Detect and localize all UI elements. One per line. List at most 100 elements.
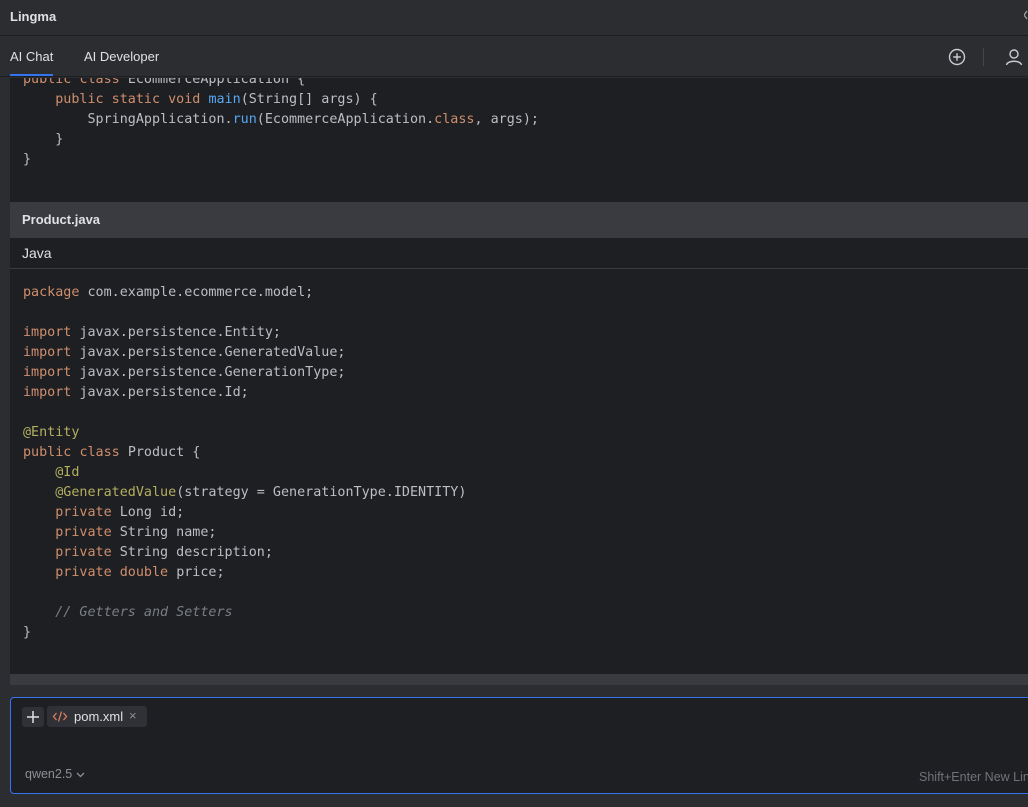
model-selector[interactable]: qwen2.5 bbox=[19, 767, 92, 787]
code-token: String name; bbox=[119, 525, 217, 540]
code-token: (String[] args) { bbox=[240, 92, 378, 107]
new-chat-icon[interactable] bbox=[947, 47, 967, 67]
code-line: public class EcommerceApplication { bbox=[23, 78, 1028, 90]
code-token: public static void bbox=[55, 92, 209, 107]
code-token: private bbox=[55, 545, 120, 560]
code-token: private bbox=[55, 505, 120, 520]
code-token: javax.persistence.Id; bbox=[79, 385, 249, 400]
code-line: private double price; bbox=[23, 563, 1028, 583]
code-token: Long id; bbox=[119, 505, 185, 520]
code-token: import bbox=[23, 385, 80, 400]
code-token: double bbox=[119, 565, 177, 580]
code-token: (EcommerceApplication. bbox=[256, 112, 435, 127]
code-block-product: package com.example.ecommerce.model; imp… bbox=[10, 283, 1028, 643]
code-line: import javax.persistence.GeneratedValue; bbox=[23, 343, 1028, 363]
code-token: } bbox=[23, 152, 32, 167]
code-line: SpringApplication.run(EcommerceApplicati… bbox=[23, 110, 1028, 130]
chevron-down-icon bbox=[76, 772, 85, 778]
code-token: // Getters and Setters bbox=[55, 605, 233, 620]
code-token: } bbox=[23, 132, 64, 147]
code-block-footer bbox=[10, 674, 1028, 685]
attached-file-chip[interactable]: pom.xml × bbox=[47, 706, 147, 727]
code-language-label: Java bbox=[22, 245, 52, 261]
code-token: String description; bbox=[119, 545, 273, 560]
code-token: private bbox=[55, 525, 120, 540]
code-token: javax.persistence.GenerationType; bbox=[79, 365, 346, 380]
code-line: @GeneratedValue(strategy = GenerationTyp… bbox=[23, 483, 1028, 503]
code-token: class bbox=[434, 112, 475, 127]
code-line: } bbox=[23, 623, 1028, 643]
file-name: Product.java bbox=[22, 212, 101, 227]
code-token: public bbox=[23, 78, 80, 87]
code-token: @Id bbox=[55, 465, 80, 480]
user-icon[interactable] bbox=[1004, 47, 1024, 67]
code-token: EcommerceApplication { bbox=[127, 78, 306, 87]
code-line: private String name; bbox=[23, 523, 1028, 543]
code-token: run bbox=[232, 112, 257, 127]
code-token: main bbox=[208, 92, 241, 107]
code-line: import javax.persistence.GenerationType; bbox=[23, 363, 1028, 383]
code-token: class bbox=[79, 78, 128, 87]
code-language-row: Java bbox=[10, 238, 1028, 269]
code-block-main-class: public class EcommerceApplication { publ… bbox=[10, 78, 1028, 194]
code-token: package bbox=[23, 285, 88, 300]
code-line: package com.example.ecommerce.model; bbox=[23, 283, 1028, 303]
code-line: } bbox=[23, 150, 1028, 170]
remove-attachment-icon[interactable]: × bbox=[129, 708, 137, 723]
code-token: public bbox=[23, 445, 80, 460]
code-line: @Id bbox=[23, 463, 1028, 483]
code-line: private Long id; bbox=[23, 503, 1028, 523]
app-title: Lingma bbox=[10, 9, 57, 24]
input-hint: Shift+Enter New Lin bbox=[919, 770, 1028, 784]
code-token: @GeneratedValue bbox=[55, 485, 177, 500]
add-context-button[interactable] bbox=[22, 707, 44, 727]
code-file-icon bbox=[52, 711, 68, 722]
code-token: @Entity bbox=[23, 425, 80, 440]
code-line: // Getters and Setters bbox=[23, 603, 1028, 623]
code-token: import bbox=[23, 365, 80, 380]
plus-icon bbox=[27, 711, 39, 723]
code-token: javax.persistence.Entity; bbox=[79, 325, 281, 340]
code-token: import bbox=[23, 345, 80, 360]
code-line: import javax.persistence.Id; bbox=[23, 383, 1028, 403]
model-name: qwen2.5 bbox=[25, 767, 73, 781]
code-file-header: Product.java bbox=[10, 202, 1028, 238]
code-token: import bbox=[23, 325, 80, 340]
code-line: public class Product { bbox=[23, 443, 1028, 463]
code-token: } bbox=[23, 625, 32, 640]
tab-ai-developer[interactable]: AI Developer bbox=[84, 49, 159, 64]
code-token: com.example.ecommerce.model; bbox=[87, 285, 314, 300]
chat-input-box[interactable]: pom.xml × qwen2.5 Shift+Enter New Lin bbox=[10, 697, 1028, 794]
attached-file-name: pom.xml bbox=[74, 709, 124, 724]
code-token: , args); bbox=[474, 112, 539, 127]
chat-message-area: public class EcommerceApplication { publ… bbox=[10, 78, 1028, 685]
code-token: (strategy = GenerationType.IDENTITY) bbox=[176, 485, 467, 500]
code-token: price; bbox=[176, 565, 225, 580]
code-token: class bbox=[79, 445, 128, 460]
code-line: @Entity bbox=[23, 423, 1028, 443]
code-line: import javax.persistence.Entity; bbox=[23, 323, 1028, 343]
code-token: private bbox=[55, 565, 120, 580]
code-line: public static void main(String[] args) { bbox=[23, 90, 1028, 110]
code-line: } bbox=[23, 130, 1028, 150]
collapse-icon[interactable] bbox=[1024, 10, 1028, 20]
code-line: private String description; bbox=[23, 543, 1028, 563]
tab-ai-chat[interactable]: AI Chat bbox=[10, 49, 54, 76]
code-token: Product { bbox=[127, 445, 201, 460]
code-token: SpringApplication. bbox=[23, 112, 233, 127]
code-token: javax.persistence.GeneratedValue; bbox=[79, 345, 346, 360]
title-bar: Lingma bbox=[0, 0, 1028, 36]
toolbar-divider bbox=[983, 48, 984, 66]
tab-bar: AI Chat AI Developer bbox=[0, 37, 1028, 77]
